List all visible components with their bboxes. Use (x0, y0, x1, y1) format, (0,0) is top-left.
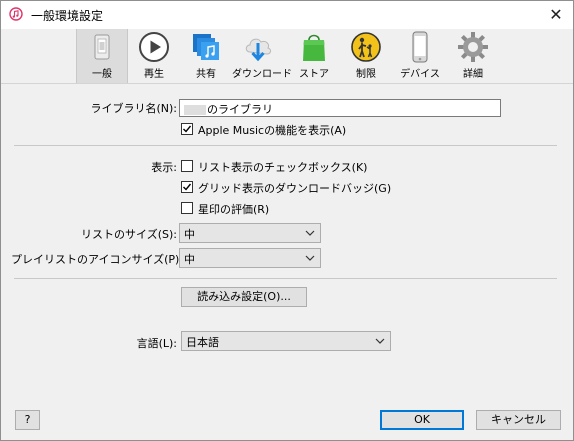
grid-download-badge-option-box[interactable] (181, 181, 193, 193)
preferences-window: 一般環境設定 ✕ 一般 再生 共有 ダウンロード ストア 制限 デバイス 詳細 … (0, 0, 574, 441)
import-settings-button[interactable]: 読み込み設定(O)... (181, 287, 307, 307)
chevron-down-icon (305, 230, 315, 236)
tab-download[interactable]: ダウンロード (232, 29, 292, 83)
itunes-app-icon (9, 7, 23, 21)
apple-music-checkbox-label: Apple Musicの機能を表示(A) (198, 124, 347, 137)
apple-music-checkbox-box[interactable] (181, 123, 193, 135)
checkmark-icon (183, 125, 192, 133)
tab-download-label: ダウンロード (232, 69, 292, 80)
language-value: 日本語 (186, 336, 219, 349)
checkmark-icon (183, 183, 192, 191)
store-icon (303, 34, 325, 61)
tab-devices[interactable]: デバイス (394, 29, 446, 83)
chevron-down-icon (375, 338, 385, 344)
list-size-value: 中 (184, 228, 195, 241)
tab-general-label: 一般 (92, 69, 112, 80)
preferences-toolbar: 一般 再生 共有 ダウンロード ストア 制限 デバイス 詳細 (1, 29, 573, 83)
restrictions-icon (351, 32, 381, 62)
help-button[interactable]: ? (15, 410, 40, 430)
general-icon (94, 34, 110, 60)
window-title: 一般環境設定 (31, 9, 104, 23)
close-button[interactable]: ✕ (539, 1, 573, 29)
tab-playback[interactable]: 再生 (128, 29, 180, 83)
sharing-icon (193, 34, 219, 60)
tab-devices-label: デバイス (400, 69, 440, 80)
tab-restrictions-label: 制限 (356, 69, 376, 80)
display-label: 表示: (151, 161, 177, 174)
list-size-label: リストのサイズ(S): (81, 228, 177, 241)
tab-advanced[interactable]: 詳細 (447, 29, 499, 83)
library-name-field[interactable]: のライブラリ (179, 99, 501, 117)
tab-restrictions[interactable]: 制限 (340, 29, 392, 83)
ok-button[interactable]: OK (380, 410, 464, 430)
star-rating-option-label: 星印の評価(R) (198, 203, 270, 216)
playlist-icon-size-select[interactable]: 中 (179, 248, 321, 268)
section-divider (14, 145, 557, 146)
tab-store[interactable]: ストア (288, 29, 340, 83)
language-select[interactable]: 日本語 (181, 331, 391, 351)
language-label: 言語(L): (136, 337, 177, 350)
list-checkbox-option-label: リスト表示のチェックボックス(K) (198, 161, 368, 174)
playlist-icon-size-value: 中 (184, 253, 195, 266)
library-name-label: ライブラリ名(N): (90, 102, 177, 115)
grid-download-badge-option-label: グリッド表示のダウンロードバッジ(G) (198, 182, 392, 195)
tab-general[interactable]: 一般 (76, 29, 128, 83)
title-bar: 一般環境設定 ✕ (1, 1, 573, 29)
tab-sharing[interactable]: 共有 (180, 29, 232, 83)
download-icon (245, 38, 271, 62)
tab-playback-label: 再生 (144, 69, 164, 80)
advanced-gear-icon (458, 32, 488, 62)
library-name-suffix: のライブラリ (207, 103, 273, 116)
general-settings-panel: ライブラリ名(N): のライブラリ Apple Musicの機能を表示(A) 表… (1, 84, 573, 440)
close-icon: ✕ (549, 5, 563, 24)
playlist-icon-size-label: プレイリストのアイコンサイズ(P): (11, 253, 184, 266)
cancel-button[interactable]: キャンセル (476, 410, 561, 430)
list-checkbox-option-box[interactable] (181, 160, 193, 172)
star-rating-option-box[interactable] (181, 202, 193, 214)
tab-store-label: ストア (299, 69, 329, 80)
devices-icon (412, 31, 428, 63)
tab-sharing-label: 共有 (196, 69, 216, 80)
redacted-user-name (184, 105, 206, 115)
chevron-down-icon (305, 255, 315, 261)
tab-advanced-label: 詳細 (463, 69, 483, 80)
section-divider (14, 278, 557, 279)
playback-icon (139, 32, 169, 62)
list-size-select[interactable]: 中 (179, 223, 321, 243)
